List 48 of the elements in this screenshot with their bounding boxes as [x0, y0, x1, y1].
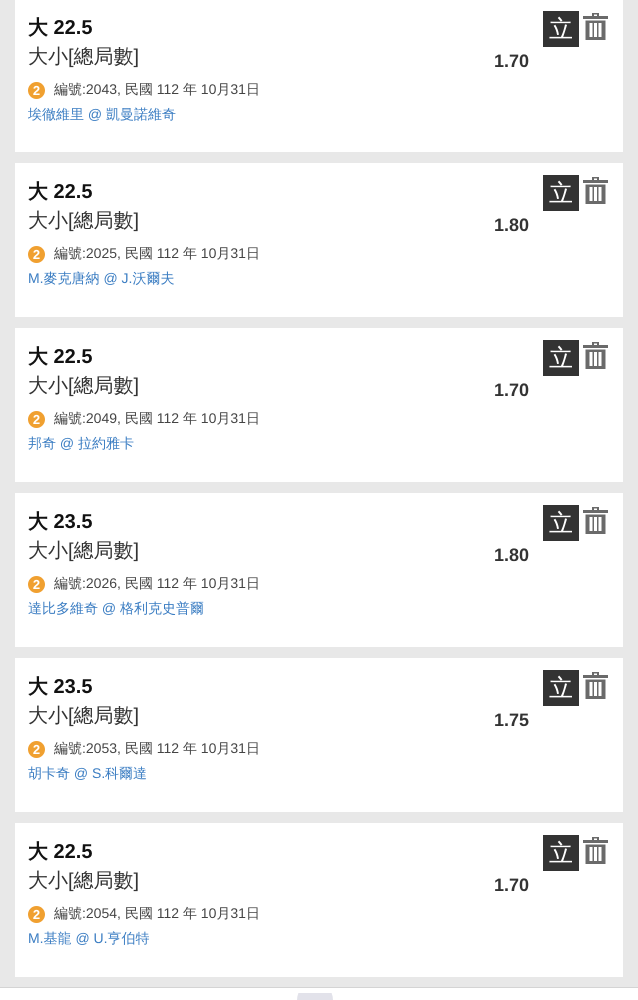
odds-value: 1.70: [494, 50, 529, 72]
action-button[interactable]: 立: [543, 175, 579, 211]
action-button[interactable]: 立: [543, 505, 579, 541]
match-info: 編號:2053, 民國 112 年 10月31日: [54, 740, 260, 758]
action-button[interactable]: 立: [543, 11, 579, 47]
bet-line: 大 22.5: [28, 345, 94, 370]
match-info: 編號:2049, 民國 112 年 10月31日: [54, 410, 260, 428]
market-name: 大小[總局數]: [28, 539, 140, 564]
match-teams: 達比多維奇 @ 格利克史普爾: [28, 599, 205, 618]
market-name: 大小[總局數]: [28, 374, 140, 399]
market-name: 大小[總局數]: [28, 704, 140, 729]
trash-icon[interactable]: [583, 13, 608, 40]
trash-icon[interactable]: [583, 342, 608, 369]
bet-line: 大 22.5: [28, 16, 94, 41]
bet-line: 大 23.5: [28, 675, 94, 700]
match-info: 編號:2026, 民國 112 年 10月31日: [54, 575, 260, 593]
odds-value: 1.75: [494, 709, 529, 731]
match-info: 編號:2043, 民國 112 年 10月31日: [54, 81, 260, 99]
action-button[interactable]: 立: [543, 340, 579, 376]
match-teams: M.麥克唐納 @ J.沃爾夫: [28, 269, 176, 288]
count-badge: 2: [28, 576, 45, 592]
count-badge: 2: [28, 906, 45, 922]
market-name: 大小[總局數]: [28, 45, 140, 70]
match-teams: 胡卡奇 @ S.科爾達: [28, 764, 148, 783]
odds-value: 1.80: [494, 544, 529, 566]
count-badge: 2: [28, 246, 45, 262]
match-info: 編號:2025, 民國 112 年 10月31日: [54, 245, 260, 263]
count-badge: 2: [28, 740, 45, 758]
market-name: 大小[總局數]: [28, 869, 140, 894]
trash-icon[interactable]: [583, 837, 608, 864]
bet-line: 大 23.5: [28, 510, 94, 535]
trash-icon[interactable]: [583, 672, 608, 699]
bet-line: 大 22.5: [28, 840, 94, 865]
bet-line: 大 22.5: [28, 180, 94, 205]
market-name: 大小[總局數]: [28, 209, 140, 234]
match-teams: 埃徹維里 @ 凱曼諾維奇: [28, 105, 177, 124]
match-info: 編號:2054, 民國 112 年 10月31日: [54, 905, 260, 923]
odds-value: 1.70: [494, 874, 529, 896]
action-button[interactable]: 立: [543, 835, 579, 871]
match-teams: M.基龍 @ U.亨伯特: [28, 929, 151, 948]
trash-icon[interactable]: [583, 177, 608, 204]
count-badge: 2: [28, 82, 45, 98]
trash-icon[interactable]: [583, 507, 608, 534]
action-button[interactable]: 立: [543, 670, 579, 706]
odds-value: 1.70: [494, 379, 529, 401]
count-badge: 2: [28, 410, 45, 428]
odds-value: 1.80: [494, 214, 529, 236]
match-teams: 邦奇 @ 拉約雅卡: [28, 434, 135, 453]
